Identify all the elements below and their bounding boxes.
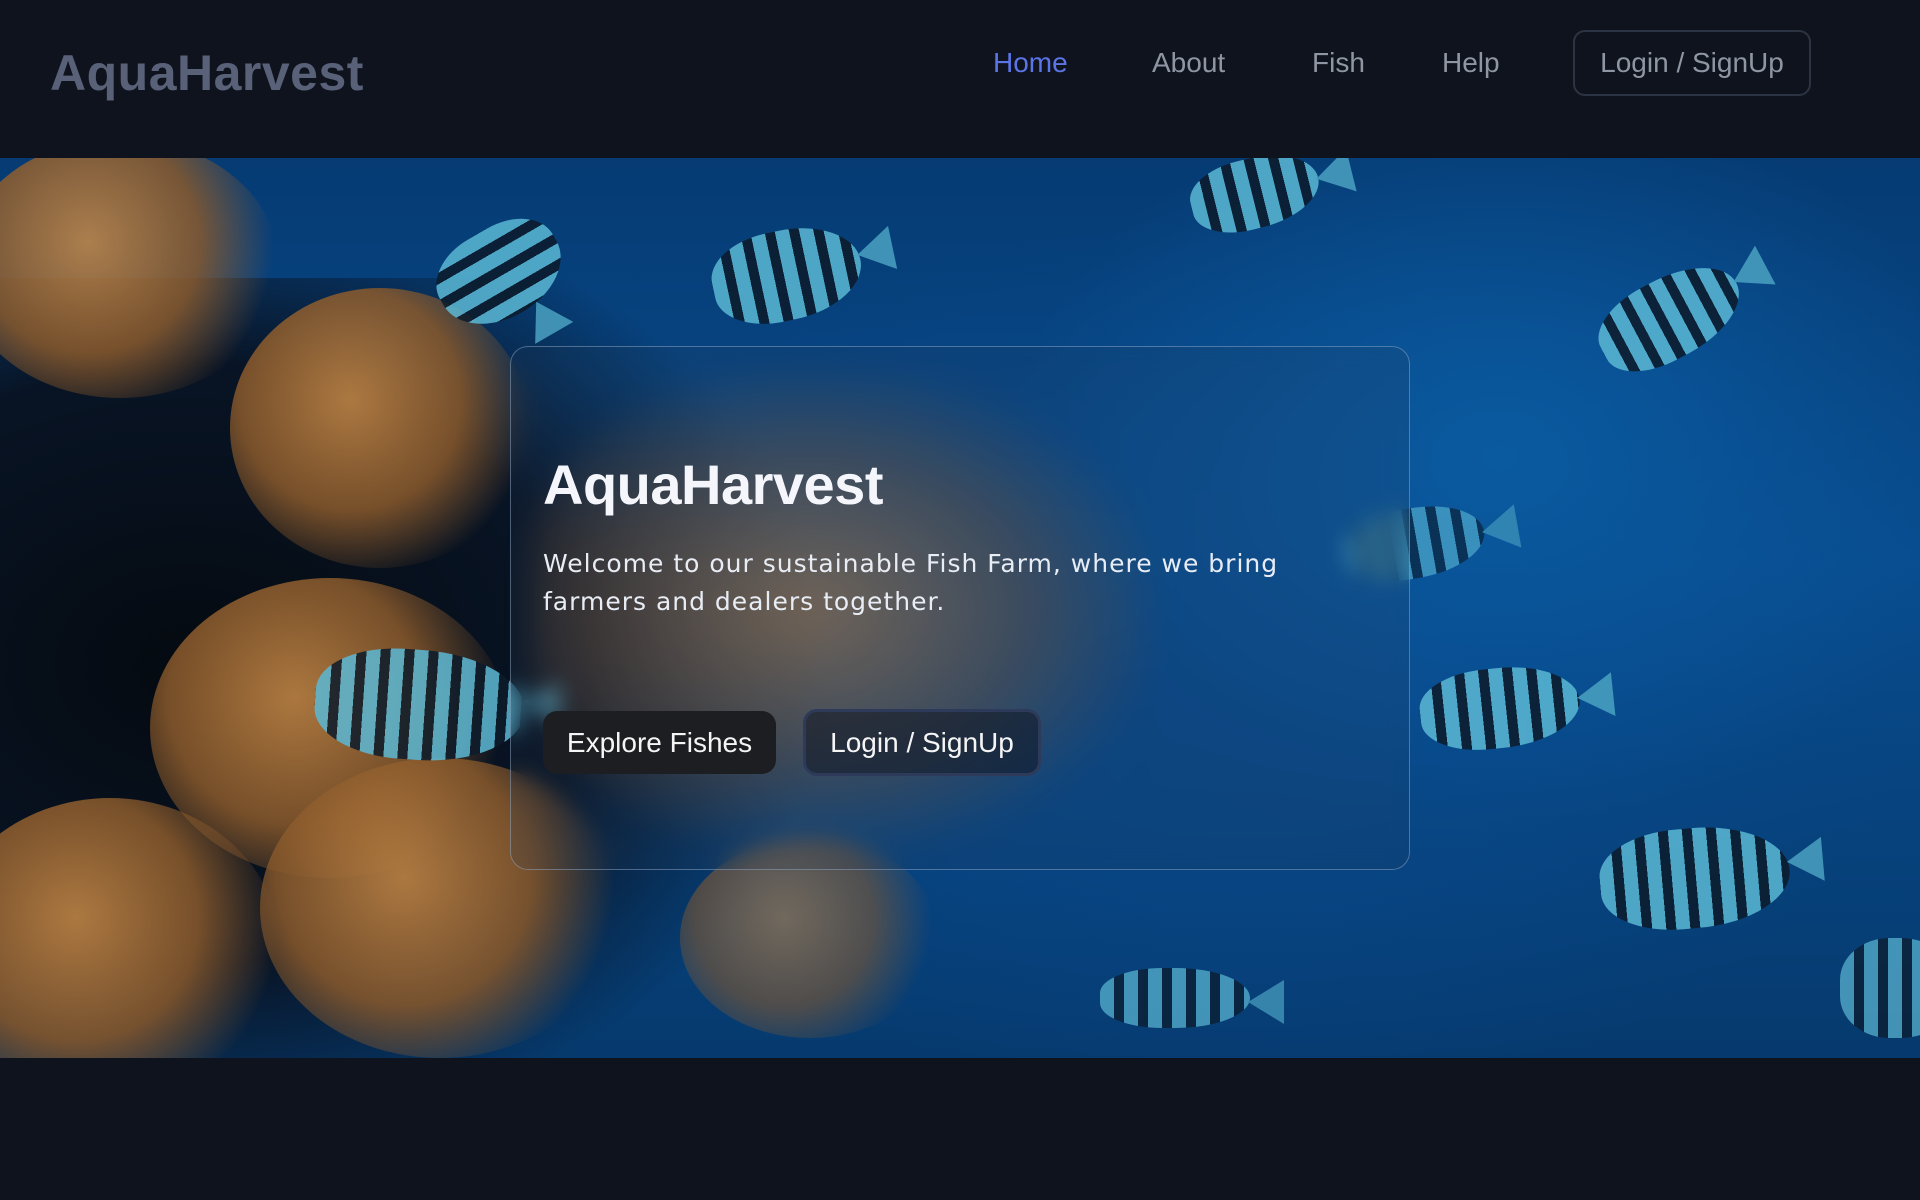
page-footer-area — [0, 1058, 1920, 1200]
fish-image — [1100, 968, 1284, 1028]
fish-image — [1840, 938, 1920, 1038]
nav-link-home[interactable]: Home — [993, 48, 1068, 78]
hero-login-signup-button[interactable]: Login / SignUp — [803, 709, 1041, 776]
explore-fishes-button[interactable]: Explore Fishes — [543, 711, 776, 774]
fish-image — [1183, 158, 1327, 243]
hero-title: AquaHarvest — [543, 453, 883, 516]
fish-image — [1596, 819, 1794, 937]
nav-link-help[interactable]: Help — [1442, 48, 1500, 78]
fish-image — [1416, 659, 1584, 757]
hero-description: Welcome to our sustainable Fish Farm, wh… — [543, 549, 1279, 616]
coral-decoration — [230, 288, 530, 568]
nav-link-fish[interactable]: Fish — [1312, 48, 1365, 78]
fish-image — [1585, 247, 1755, 389]
navbar: AquaHarvest Home About Fish Help Login /… — [0, 0, 1920, 158]
nav-login-signup-button[interactable]: Login / SignUp — [1573, 30, 1811, 96]
nav-link-about[interactable]: About — [1152, 48, 1225, 78]
